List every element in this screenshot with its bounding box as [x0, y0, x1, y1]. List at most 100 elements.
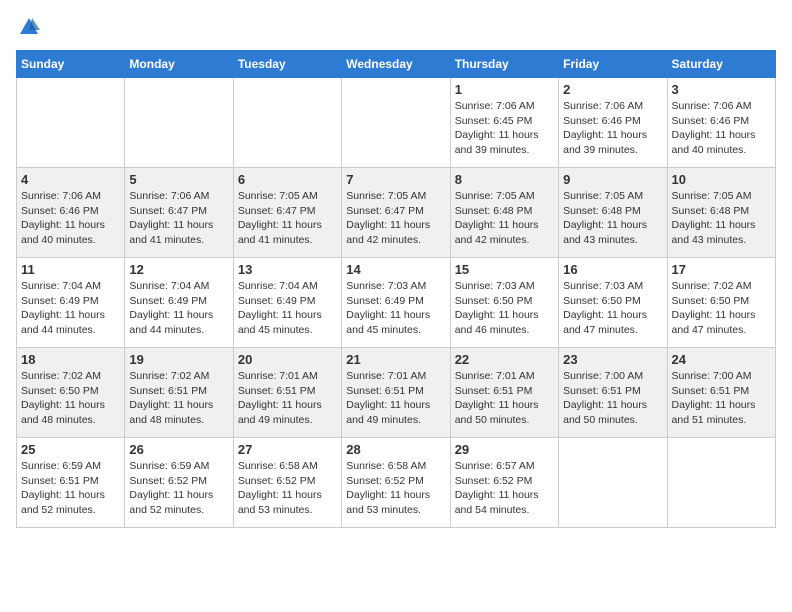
day-info: Sunrise: 6:57 AM Sunset: 6:52 PM Dayligh…	[455, 459, 554, 518]
day-info: Sunrise: 7:04 AM Sunset: 6:49 PM Dayligh…	[21, 279, 120, 338]
calendar: SundayMondayTuesdayWednesdayThursdayFrid…	[16, 50, 776, 528]
day-of-week-header: Thursday	[450, 51, 558, 78]
calendar-week-row: 4 Sunrise: 7:06 AM Sunset: 6:46 PM Daylig…	[17, 168, 776, 258]
calendar-cell: 13 Sunrise: 7:04 AM Sunset: 6:49 PM Dayli…	[233, 258, 341, 348]
calendar-cell: 18 Sunrise: 7:02 AM Sunset: 6:50 PM Dayli…	[17, 348, 125, 438]
day-info: Sunrise: 7:04 AM Sunset: 6:49 PM Dayligh…	[129, 279, 228, 338]
calendar-cell: 24 Sunrise: 7:00 AM Sunset: 6:51 PM Dayli…	[667, 348, 775, 438]
calendar-cell: 20 Sunrise: 7:01 AM Sunset: 6:51 PM Dayli…	[233, 348, 341, 438]
day-info: Sunrise: 6:58 AM Sunset: 6:52 PM Dayligh…	[346, 459, 445, 518]
day-of-week-header: Monday	[125, 51, 233, 78]
calendar-cell: 28 Sunrise: 6:58 AM Sunset: 6:52 PM Dayli…	[342, 438, 450, 528]
day-info: Sunrise: 7:06 AM Sunset: 6:46 PM Dayligh…	[563, 99, 662, 158]
day-info: Sunrise: 7:03 AM Sunset: 6:50 PM Dayligh…	[455, 279, 554, 338]
day-info: Sunrise: 7:04 AM Sunset: 6:49 PM Dayligh…	[238, 279, 337, 338]
logo-icon	[18, 16, 40, 38]
calendar-cell: 29 Sunrise: 6:57 AM Sunset: 6:52 PM Dayli…	[450, 438, 558, 528]
day-info: Sunrise: 7:06 AM Sunset: 6:46 PM Dayligh…	[21, 189, 120, 248]
calendar-cell: 22 Sunrise: 7:01 AM Sunset: 6:51 PM Dayli…	[450, 348, 558, 438]
day-info: Sunrise: 7:05 AM Sunset: 6:47 PM Dayligh…	[238, 189, 337, 248]
calendar-cell: 27 Sunrise: 6:58 AM Sunset: 6:52 PM Dayli…	[233, 438, 341, 528]
day-number: 5	[129, 172, 228, 187]
day-info: Sunrise: 7:02 AM Sunset: 6:50 PM Dayligh…	[672, 279, 771, 338]
calendar-cell	[342, 78, 450, 168]
day-info: Sunrise: 7:01 AM Sunset: 6:51 PM Dayligh…	[346, 369, 445, 428]
logo	[16, 16, 40, 38]
calendar-header-row: SundayMondayTuesdayWednesdayThursdayFrid…	[17, 51, 776, 78]
day-info: Sunrise: 7:06 AM Sunset: 6:47 PM Dayligh…	[129, 189, 228, 248]
calendar-cell: 26 Sunrise: 6:59 AM Sunset: 6:52 PM Dayli…	[125, 438, 233, 528]
day-number: 23	[563, 352, 662, 367]
day-of-week-header: Tuesday	[233, 51, 341, 78]
calendar-week-row: 18 Sunrise: 7:02 AM Sunset: 6:50 PM Dayli…	[17, 348, 776, 438]
day-number: 10	[672, 172, 771, 187]
day-number: 29	[455, 442, 554, 457]
calendar-cell: 4 Sunrise: 7:06 AM Sunset: 6:46 PM Daylig…	[17, 168, 125, 258]
calendar-cell: 25 Sunrise: 6:59 AM Sunset: 6:51 PM Dayli…	[17, 438, 125, 528]
day-number: 27	[238, 442, 337, 457]
calendar-cell	[559, 438, 667, 528]
day-number: 12	[129, 262, 228, 277]
day-info: Sunrise: 6:59 AM Sunset: 6:52 PM Dayligh…	[129, 459, 228, 518]
calendar-week-row: 11 Sunrise: 7:04 AM Sunset: 6:49 PM Dayli…	[17, 258, 776, 348]
day-number: 18	[21, 352, 120, 367]
day-info: Sunrise: 7:05 AM Sunset: 6:48 PM Dayligh…	[672, 189, 771, 248]
day-info: Sunrise: 7:00 AM Sunset: 6:51 PM Dayligh…	[563, 369, 662, 428]
calendar-body: 1 Sunrise: 7:06 AM Sunset: 6:45 PM Daylig…	[17, 78, 776, 528]
calendar-cell: 1 Sunrise: 7:06 AM Sunset: 6:45 PM Daylig…	[450, 78, 558, 168]
header	[16, 16, 776, 38]
calendar-cell	[667, 438, 775, 528]
calendar-cell: 21 Sunrise: 7:01 AM Sunset: 6:51 PM Dayli…	[342, 348, 450, 438]
day-number: 14	[346, 262, 445, 277]
calendar-cell: 10 Sunrise: 7:05 AM Sunset: 6:48 PM Dayli…	[667, 168, 775, 258]
day-number: 9	[563, 172, 662, 187]
day-number: 8	[455, 172, 554, 187]
calendar-cell: 15Sunrise: 7:03 AM Sunset: 6:50 PM Dayli…	[450, 258, 558, 348]
calendar-cell: 7Sunrise: 7:05 AM Sunset: 6:47 PM Daylig…	[342, 168, 450, 258]
day-info: Sunrise: 6:58 AM Sunset: 6:52 PM Dayligh…	[238, 459, 337, 518]
day-info: Sunrise: 7:01 AM Sunset: 6:51 PM Dayligh…	[238, 369, 337, 428]
day-of-week-header: Saturday	[667, 51, 775, 78]
day-info: Sunrise: 7:03 AM Sunset: 6:50 PM Dayligh…	[563, 279, 662, 338]
calendar-cell: 5 Sunrise: 7:06 AM Sunset: 6:47 PM Daylig…	[125, 168, 233, 258]
day-info: Sunrise: 7:06 AM Sunset: 6:45 PM Dayligh…	[455, 99, 554, 158]
day-info: Sunrise: 7:00 AM Sunset: 6:51 PM Dayligh…	[672, 369, 771, 428]
day-number: 25	[21, 442, 120, 457]
day-of-week-header: Friday	[559, 51, 667, 78]
calendar-cell: 16 Sunrise: 7:03 AM Sunset: 6:50 PM Dayli…	[559, 258, 667, 348]
day-number: 28	[346, 442, 445, 457]
calendar-cell: 19Sunrise: 7:02 AM Sunset: 6:51 PM Dayli…	[125, 348, 233, 438]
day-number: 21	[346, 352, 445, 367]
day-number: 6	[238, 172, 337, 187]
day-number: 26	[129, 442, 228, 457]
calendar-cell: 23 Sunrise: 7:00 AM Sunset: 6:51 PM Dayli…	[559, 348, 667, 438]
calendar-cell: 6 Sunrise: 7:05 AM Sunset: 6:47 PM Daylig…	[233, 168, 341, 258]
day-info: Sunrise: 7:02 AM Sunset: 6:50 PM Dayligh…	[21, 369, 120, 428]
calendar-cell	[125, 78, 233, 168]
day-number: 16	[563, 262, 662, 277]
day-number: 4	[21, 172, 120, 187]
day-of-week-header: Sunday	[17, 51, 125, 78]
day-number: 11	[21, 262, 120, 277]
day-number: 24	[672, 352, 771, 367]
day-number: 20	[238, 352, 337, 367]
day-info: Sunrise: 7:06 AM Sunset: 6:46 PM Dayligh…	[672, 99, 771, 158]
calendar-cell: 8 Sunrise: 7:05 AM Sunset: 6:48 PM Daylig…	[450, 168, 558, 258]
day-info: Sunrise: 7:05 AM Sunset: 6:47 PM Dayligh…	[346, 189, 445, 248]
day-info: Sunrise: 6:59 AM Sunset: 6:51 PM Dayligh…	[21, 459, 120, 518]
day-number: 3	[672, 82, 771, 97]
calendar-cell: 14 Sunrise: 7:03 AM Sunset: 6:49 PM Dayli…	[342, 258, 450, 348]
day-number: 22	[455, 352, 554, 367]
day-info: Sunrise: 7:01 AM Sunset: 6:51 PM Dayligh…	[455, 369, 554, 428]
calendar-week-row: 1 Sunrise: 7:06 AM Sunset: 6:45 PM Daylig…	[17, 78, 776, 168]
calendar-cell: 9Sunrise: 7:05 AM Sunset: 6:48 PM Daylig…	[559, 168, 667, 258]
calendar-cell: 3 Sunrise: 7:06 AM Sunset: 6:46 PM Daylig…	[667, 78, 775, 168]
day-number: 1	[455, 82, 554, 97]
calendar-cell: 2Sunrise: 7:06 AM Sunset: 6:46 PM Daylig…	[559, 78, 667, 168]
day-info: Sunrise: 7:05 AM Sunset: 6:48 PM Dayligh…	[455, 189, 554, 248]
calendar-cell	[233, 78, 341, 168]
day-of-week-header: Wednesday	[342, 51, 450, 78]
day-info: Sunrise: 7:03 AM Sunset: 6:49 PM Dayligh…	[346, 279, 445, 338]
day-number: 13	[238, 262, 337, 277]
day-number: 17	[672, 262, 771, 277]
